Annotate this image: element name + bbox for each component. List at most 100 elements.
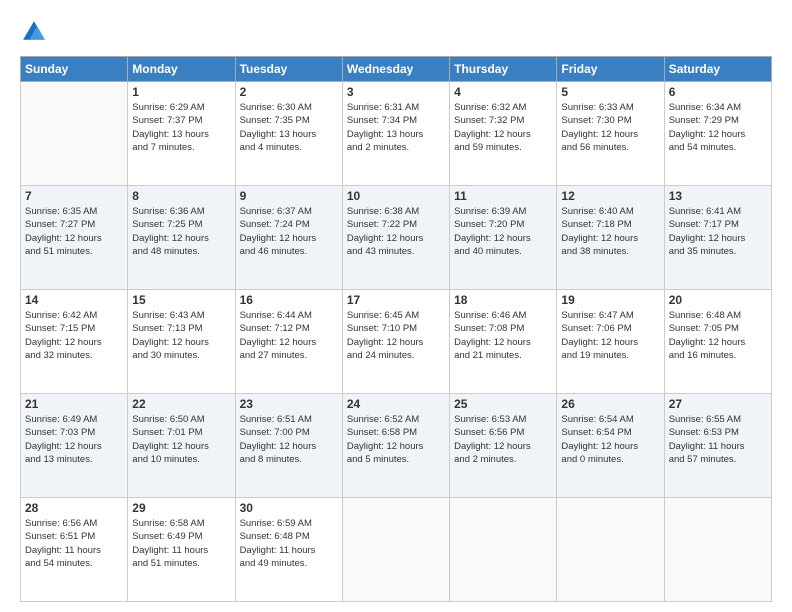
cell-info: Sunrise: 6:47 AMSunset: 7:06 PMDaylight:… bbox=[561, 309, 659, 362]
cell-info: Sunrise: 6:54 AMSunset: 6:54 PMDaylight:… bbox=[561, 413, 659, 466]
page: SundayMondayTuesdayWednesdayThursdayFrid… bbox=[0, 0, 792, 612]
calendar-week-row: 1Sunrise: 6:29 AMSunset: 7:37 PMDaylight… bbox=[21, 82, 772, 186]
day-number: 1 bbox=[132, 85, 230, 99]
calendar-cell: 2 Sunrise: 6:30 AMSunset: 7:35 PMDaylight… bbox=[235, 82, 342, 186]
calendar-cell bbox=[450, 498, 557, 602]
calendar-cell: 18 Sunrise: 6:46 AMSunset: 7:08 PMDayligh… bbox=[450, 290, 557, 394]
calendar-cell: 6 Sunrise: 6:34 AMSunset: 7:29 PMDaylight… bbox=[664, 82, 771, 186]
calendar-cell: 24 Sunrise: 6:52 AMSunset: 6:58 PMDayligh… bbox=[342, 394, 449, 498]
cell-info: Sunrise: 6:53 AMSunset: 6:56 PMDaylight:… bbox=[454, 413, 552, 466]
cell-info: Sunrise: 6:42 AMSunset: 7:15 PMDaylight:… bbox=[25, 309, 123, 362]
calendar-cell: 28 Sunrise: 6:56 AMSunset: 6:51 PMDayligh… bbox=[21, 498, 128, 602]
day-number: 26 bbox=[561, 397, 659, 411]
calendar-cell: 8 Sunrise: 6:36 AMSunset: 7:25 PMDaylight… bbox=[128, 186, 235, 290]
day-number: 19 bbox=[561, 293, 659, 307]
cell-info: Sunrise: 6:58 AMSunset: 6:49 PMDaylight:… bbox=[132, 517, 230, 570]
day-number: 9 bbox=[240, 189, 338, 203]
calendar-header: SundayMondayTuesdayWednesdayThursdayFrid… bbox=[21, 57, 772, 82]
calendar-table: SundayMondayTuesdayWednesdayThursdayFrid… bbox=[20, 56, 772, 602]
cell-info: Sunrise: 6:32 AMSunset: 7:32 PMDaylight:… bbox=[454, 101, 552, 154]
cell-info: Sunrise: 6:56 AMSunset: 6:51 PMDaylight:… bbox=[25, 517, 123, 570]
calendar-cell: 23 Sunrise: 6:51 AMSunset: 7:00 PMDayligh… bbox=[235, 394, 342, 498]
weekday-header: Wednesday bbox=[342, 57, 449, 82]
calendar-cell bbox=[557, 498, 664, 602]
day-number: 6 bbox=[669, 85, 767, 99]
day-number: 28 bbox=[25, 501, 123, 515]
weekday-header: Sunday bbox=[21, 57, 128, 82]
day-number: 22 bbox=[132, 397, 230, 411]
logo-icon bbox=[20, 18, 48, 46]
calendar-cell: 12Sunrise: 6:40 AMSunset: 7:18 PMDayligh… bbox=[557, 186, 664, 290]
cell-info: Sunrise: 6:59 AMSunset: 6:48 PMDaylight:… bbox=[240, 517, 338, 570]
day-number: 7 bbox=[25, 189, 123, 203]
calendar-cell: 27 Sunrise: 6:55 AMSunset: 6:53 PMDayligh… bbox=[664, 394, 771, 498]
day-number: 11 bbox=[454, 189, 552, 203]
day-number: 27 bbox=[669, 397, 767, 411]
calendar-week-row: 28 Sunrise: 6:56 AMSunset: 6:51 PMDayligh… bbox=[21, 498, 772, 602]
day-number: 17 bbox=[347, 293, 445, 307]
cell-info: Sunrise: 6:50 AMSunset: 7:01 PMDaylight:… bbox=[132, 413, 230, 466]
calendar-cell: 5Sunrise: 6:33 AMSunset: 7:30 PMDaylight… bbox=[557, 82, 664, 186]
cell-info: Sunrise: 6:38 AMSunset: 7:22 PMDaylight:… bbox=[347, 205, 445, 258]
calendar-cell: 22 Sunrise: 6:50 AMSunset: 7:01 PMDayligh… bbox=[128, 394, 235, 498]
cell-info: Sunrise: 6:41 AMSunset: 7:17 PMDaylight:… bbox=[669, 205, 767, 258]
cell-info: Sunrise: 6:46 AMSunset: 7:08 PMDaylight:… bbox=[454, 309, 552, 362]
calendar-cell: 14Sunrise: 6:42 AMSunset: 7:15 PMDayligh… bbox=[21, 290, 128, 394]
calendar-cell: 20Sunrise: 6:48 AMSunset: 7:05 PMDayligh… bbox=[664, 290, 771, 394]
day-number: 30 bbox=[240, 501, 338, 515]
calendar-cell: 26 Sunrise: 6:54 AMSunset: 6:54 PMDayligh… bbox=[557, 394, 664, 498]
day-number: 23 bbox=[240, 397, 338, 411]
day-number: 21 bbox=[25, 397, 123, 411]
day-number: 4 bbox=[454, 85, 552, 99]
calendar-body: 1Sunrise: 6:29 AMSunset: 7:37 PMDaylight… bbox=[21, 82, 772, 602]
cell-info: Sunrise: 6:55 AMSunset: 6:53 PMDaylight:… bbox=[669, 413, 767, 466]
cell-info: Sunrise: 6:45 AMSunset: 7:10 PMDaylight:… bbox=[347, 309, 445, 362]
day-number: 24 bbox=[347, 397, 445, 411]
calendar-cell bbox=[342, 498, 449, 602]
day-number: 20 bbox=[669, 293, 767, 307]
cell-info: Sunrise: 6:52 AMSunset: 6:58 PMDaylight:… bbox=[347, 413, 445, 466]
cell-info: Sunrise: 6:44 AMSunset: 7:12 PMDaylight:… bbox=[240, 309, 338, 362]
day-number: 18 bbox=[454, 293, 552, 307]
cell-info: Sunrise: 6:30 AMSunset: 7:35 PMDaylight:… bbox=[240, 101, 338, 154]
day-number: 3 bbox=[347, 85, 445, 99]
calendar-week-row: 21 Sunrise: 6:49 AMSunset: 7:03 PMDayligh… bbox=[21, 394, 772, 498]
cell-info: Sunrise: 6:51 AMSunset: 7:00 PMDaylight:… bbox=[240, 413, 338, 466]
calendar-cell: 21 Sunrise: 6:49 AMSunset: 7:03 PMDayligh… bbox=[21, 394, 128, 498]
cell-info: Sunrise: 6:36 AMSunset: 7:25 PMDaylight:… bbox=[132, 205, 230, 258]
calendar-cell: 3 Sunrise: 6:31 AMSunset: 7:34 PMDaylight… bbox=[342, 82, 449, 186]
cell-info: Sunrise: 6:49 AMSunset: 7:03 PMDaylight:… bbox=[25, 413, 123, 466]
header-row: SundayMondayTuesdayWednesdayThursdayFrid… bbox=[21, 57, 772, 82]
weekday-header: Tuesday bbox=[235, 57, 342, 82]
calendar-cell: 10 Sunrise: 6:38 AMSunset: 7:22 PMDayligh… bbox=[342, 186, 449, 290]
calendar-cell: 25 Sunrise: 6:53 AMSunset: 6:56 PMDayligh… bbox=[450, 394, 557, 498]
cell-info: Sunrise: 6:37 AMSunset: 7:24 PMDaylight:… bbox=[240, 205, 338, 258]
day-number: 29 bbox=[132, 501, 230, 515]
weekday-header: Monday bbox=[128, 57, 235, 82]
calendar-week-row: 7 Sunrise: 6:35 AMSunset: 7:27 PMDaylight… bbox=[21, 186, 772, 290]
calendar-cell: 1Sunrise: 6:29 AMSunset: 7:37 PMDaylight… bbox=[128, 82, 235, 186]
calendar-cell: 19 Sunrise: 6:47 AMSunset: 7:06 PMDayligh… bbox=[557, 290, 664, 394]
calendar-cell bbox=[21, 82, 128, 186]
day-number: 10 bbox=[347, 189, 445, 203]
cell-info: Sunrise: 6:33 AMSunset: 7:30 PMDaylight:… bbox=[561, 101, 659, 154]
cell-info: Sunrise: 6:34 AMSunset: 7:29 PMDaylight:… bbox=[669, 101, 767, 154]
calendar-week-row: 14Sunrise: 6:42 AMSunset: 7:15 PMDayligh… bbox=[21, 290, 772, 394]
calendar-cell: 11Sunrise: 6:39 AMSunset: 7:20 PMDayligh… bbox=[450, 186, 557, 290]
day-number: 8 bbox=[132, 189, 230, 203]
calendar-cell: 30 Sunrise: 6:59 AMSunset: 6:48 PMDayligh… bbox=[235, 498, 342, 602]
calendar-cell: 15Sunrise: 6:43 AMSunset: 7:13 PMDayligh… bbox=[128, 290, 235, 394]
cell-info: Sunrise: 6:40 AMSunset: 7:18 PMDaylight:… bbox=[561, 205, 659, 258]
cell-info: Sunrise: 6:35 AMSunset: 7:27 PMDaylight:… bbox=[25, 205, 123, 258]
header bbox=[20, 18, 772, 46]
day-number: 16 bbox=[240, 293, 338, 307]
day-number: 25 bbox=[454, 397, 552, 411]
weekday-header: Thursday bbox=[450, 57, 557, 82]
day-number: 15 bbox=[132, 293, 230, 307]
calendar-cell: 7 Sunrise: 6:35 AMSunset: 7:27 PMDaylight… bbox=[21, 186, 128, 290]
day-number: 2 bbox=[240, 85, 338, 99]
cell-info: Sunrise: 6:31 AMSunset: 7:34 PMDaylight:… bbox=[347, 101, 445, 154]
weekday-header: Friday bbox=[557, 57, 664, 82]
calendar-cell: 17 Sunrise: 6:45 AMSunset: 7:10 PMDayligh… bbox=[342, 290, 449, 394]
day-number: 13 bbox=[669, 189, 767, 203]
